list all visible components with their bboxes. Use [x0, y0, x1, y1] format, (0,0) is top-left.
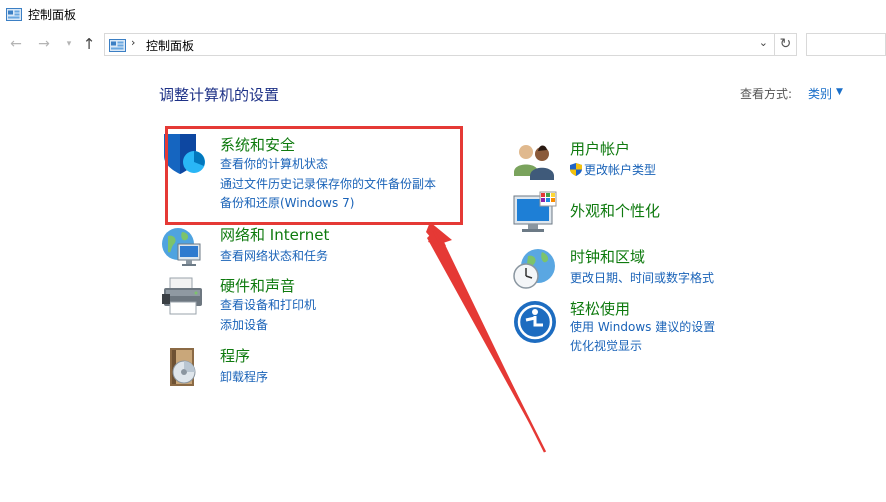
refresh-icon[interactable]: ↻	[775, 33, 797, 56]
highlight-box	[165, 126, 463, 225]
search-input[interactable]	[806, 33, 886, 56]
link-optimize-visual-display[interactable]: 优化视觉显示	[570, 337, 642, 354]
link-change-date-time-format[interactable]: 更改日期、时间或数字格式	[570, 269, 714, 286]
address-bar[interactable]: › 控制面板 ⌄	[104, 33, 775, 56]
navigation-bar: ← → ▾ ↑ › 控制面板 ⌄ ↻	[0, 30, 886, 58]
link-change-account-type[interactable]: 更改帐户类型	[570, 161, 656, 178]
category-title-appearance[interactable]: 外观和个性化	[570, 200, 660, 221]
ease-of-access-icon[interactable]	[512, 298, 558, 344]
recent-locations-chevron-icon[interactable]: ▾	[60, 34, 78, 54]
category-title-user-accounts[interactable]: 用户帐户	[570, 138, 630, 159]
uac-shield-icon	[570, 163, 582, 176]
network-globe-icon[interactable]	[160, 222, 206, 268]
link-devices-printers[interactable]: 查看设备和打印机	[220, 296, 316, 313]
control-panel-icon	[109, 38, 126, 52]
category-title-network[interactable]: 网络和 Internet	[220, 224, 329, 245]
link-change-account-type-label: 更改帐户类型	[584, 163, 657, 177]
link-uninstall-program[interactable]: 卸载程序	[220, 368, 268, 385]
link-windows-recommended-settings[interactable]: 使用 Windows 建议的设置	[570, 318, 715, 335]
category-title-clock-region[interactable]: 时钟和区域	[570, 246, 645, 267]
category-title-programs[interactable]: 程序	[220, 345, 250, 366]
window-title: 控制面板	[28, 7, 77, 22]
link-add-device[interactable]: 添加设备	[220, 316, 268, 333]
printer-icon[interactable]	[160, 274, 206, 320]
address-dropdown-chevron-icon[interactable]: ⌄	[759, 36, 768, 49]
view-by-label: 查看方式:	[740, 87, 793, 101]
page-title: 调整计算机的设置	[159, 86, 280, 104]
category-title-hardware-sound[interactable]: 硬件和声音	[220, 275, 295, 296]
annotation-arrow	[426, 222, 547, 453]
control-panel-icon	[6, 7, 22, 21]
link-view-network-status[interactable]: 查看网络状态和任务	[220, 247, 328, 264]
users-icon[interactable]	[512, 138, 558, 184]
clock-globe-icon[interactable]	[512, 246, 558, 292]
breadcrumb-control-panel[interactable]: 控制面板	[146, 37, 194, 54]
monitor-palette-icon[interactable]	[512, 190, 558, 236]
forward-arrow-icon[interactable]: →	[35, 34, 53, 54]
view-by-caret-icon[interactable]: ▼	[836, 87, 843, 97]
programs-disc-icon[interactable]	[160, 344, 206, 390]
title-bar: 控制面板	[0, 0, 886, 28]
view-by-dropdown[interactable]: 类别	[808, 85, 832, 102]
breadcrumb-separator[interactable]: ›	[131, 36, 135, 49]
back-arrow-icon[interactable]: ←	[7, 34, 25, 54]
category-title-ease-of-access[interactable]: 轻松使用	[570, 298, 630, 319]
up-arrow-icon[interactable]: ↑	[80, 34, 98, 54]
